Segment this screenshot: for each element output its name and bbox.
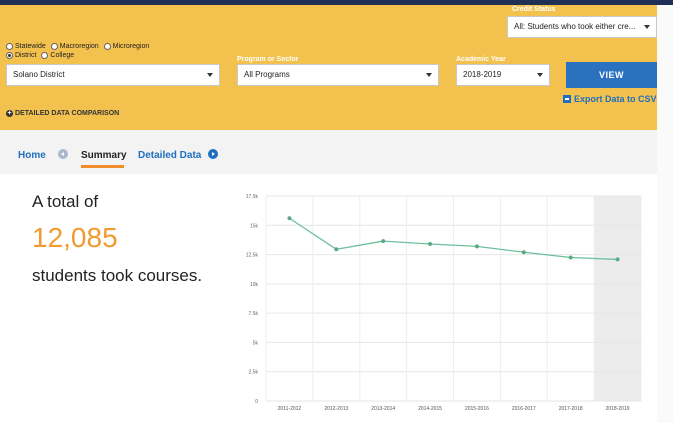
page-scrollbar[interactable]: [657, 5, 673, 423]
tab-detailed-data[interactable]: Detailed Data: [138, 150, 201, 161]
x-tick-label: 2011-2012: [278, 406, 302, 412]
view-button[interactable]: VIEW: [566, 62, 657, 88]
x-tick-label: 2014-2015: [418, 406, 442, 412]
scope-radio-group: Statewide Macroregion Microregion: [6, 43, 154, 50]
program-value: All Programs: [244, 70, 290, 79]
y-tick-label: 7.5k: [249, 311, 259, 317]
data-point: [428, 242, 433, 247]
data-point: [474, 244, 479, 249]
data-point: [568, 255, 573, 260]
detailed-comparison-toggle[interactable]: + DETAILED DATA COMPARISON: [6, 110, 119, 117]
radio-icon: [6, 43, 13, 50]
chevron-down-icon: [644, 25, 650, 29]
filter-panel: Credit Status All: Students who took eit…: [0, 5, 657, 130]
highlight-band: [594, 196, 641, 401]
y-tick-label: 12.5k: [246, 253, 259, 259]
x-tick-label: 2015-2016: [465, 406, 489, 412]
back-arrow-icon[interactable]: [58, 149, 68, 159]
x-tick-label: 2017-2018: [559, 406, 583, 412]
data-point: [521, 250, 526, 255]
x-tick-label: 2016-2017: [512, 406, 536, 412]
summary-prefix: A total of: [32, 192, 99, 211]
radio-macroregion[interactable]: Macroregion: [50, 43, 99, 50]
y-tick-label: 0: [255, 399, 258, 405]
radio-microregion[interactable]: Microregion: [103, 43, 149, 50]
student-total: 12,085: [32, 222, 118, 253]
y-tick-label: 5k: [253, 340, 259, 346]
credit-status-value: All: Students who took either cre...: [514, 22, 636, 31]
academic-year-select[interactable]: 2018-2019: [456, 64, 550, 86]
export-csv-link[interactable]: Export Data to CSV: [563, 94, 657, 104]
district-value: Solano District: [13, 70, 65, 79]
y-tick-label: 15k: [250, 223, 259, 229]
data-point: [381, 239, 386, 244]
export-icon: [563, 95, 571, 103]
data-point: [615, 257, 620, 262]
chevron-down-icon: [426, 73, 432, 77]
program-select[interactable]: All Programs: [237, 64, 439, 86]
enrollment-line-chart: 0 2.5k 5k 7.5k 10k 12.5k 15k 17.5k 2011-2012 2012…: [246, 194, 642, 412]
academic-year-value: 2018-2019: [463, 70, 502, 79]
x-tick-label: 2018-2019: [606, 406, 630, 412]
nav-home[interactable]: Home: [18, 150, 46, 161]
tab-summary[interactable]: Summary: [81, 150, 127, 161]
radio-icon: [103, 43, 111, 50]
y-tick-label: 10k: [250, 282, 259, 288]
academic-year-label: Academic Year: [456, 56, 506, 63]
data-point: [334, 247, 339, 252]
scope-radio-group-2: District College: [6, 52, 79, 59]
radio-icon: [50, 43, 58, 50]
active-tab-indicator: [81, 165, 124, 168]
program-label: Program or Sector: [237, 56, 299, 63]
radio-district[interactable]: District: [6, 52, 36, 59]
y-tick-label: 2.5k: [249, 370, 259, 376]
x-tick-label: 2012-2013: [324, 406, 348, 412]
chevron-down-icon: [537, 73, 543, 77]
credit-status-label: Credit Status: [512, 6, 556, 13]
forward-arrow-icon[interactable]: [208, 149, 218, 159]
y-tick-label: 17.5k: [246, 194, 259, 200]
credit-status-select[interactable]: All: Students who took either cre...: [507, 16, 657, 38]
summary-suffix: students took courses.: [32, 266, 203, 285]
chevron-down-icon: [207, 73, 213, 77]
plus-icon: +: [6, 110, 13, 117]
x-tick-label: 2013-2014: [371, 406, 395, 412]
radio-icon: [41, 52, 49, 59]
nav-bar: Home Summary Detailed Data: [0, 130, 657, 174]
radio-statewide[interactable]: Statewide: [6, 43, 46, 50]
district-select[interactable]: Solano District: [6, 64, 220, 86]
data-point: [287, 216, 292, 221]
radio-college[interactable]: College: [41, 52, 74, 59]
radio-selected-icon: [6, 52, 13, 59]
